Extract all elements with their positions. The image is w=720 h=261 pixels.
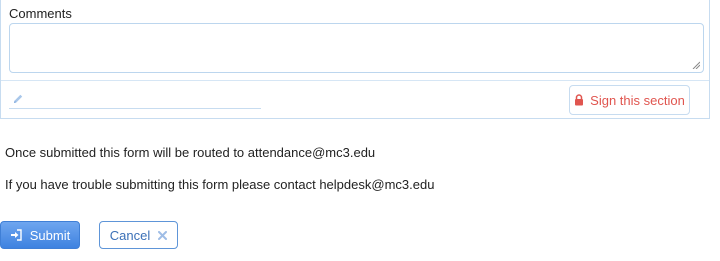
resize-grip-icon[interactable]: [692, 61, 700, 69]
close-icon: [158, 230, 168, 240]
routing-info-text: Once submitted this form will be routed …: [5, 145, 376, 160]
sign-in-icon: [10, 229, 22, 241]
cancel-button[interactable]: Cancel: [99, 221, 178, 249]
pencil-icon: [14, 94, 23, 103]
comments-section: Comments Sign this section: [0, 0, 710, 119]
helpdesk-info-text: If you have trouble submitting this form…: [5, 177, 435, 192]
sign-section-button[interactable]: Sign this section: [569, 85, 690, 115]
comments-textarea[interactable]: [9, 23, 704, 73]
signature-line[interactable]: [9, 108, 261, 109]
cancel-label: Cancel: [109, 227, 151, 243]
form-page: Comments Sign this section Once submitte…: [0, 0, 720, 261]
submit-button[interactable]: Submit: [0, 221, 80, 249]
lock-icon: [575, 94, 584, 106]
section-divider: [1, 80, 709, 81]
sign-section-label: Sign this section: [590, 92, 685, 108]
submit-label: Submit: [29, 227, 71, 243]
comments-label: Comments: [9, 6, 72, 21]
